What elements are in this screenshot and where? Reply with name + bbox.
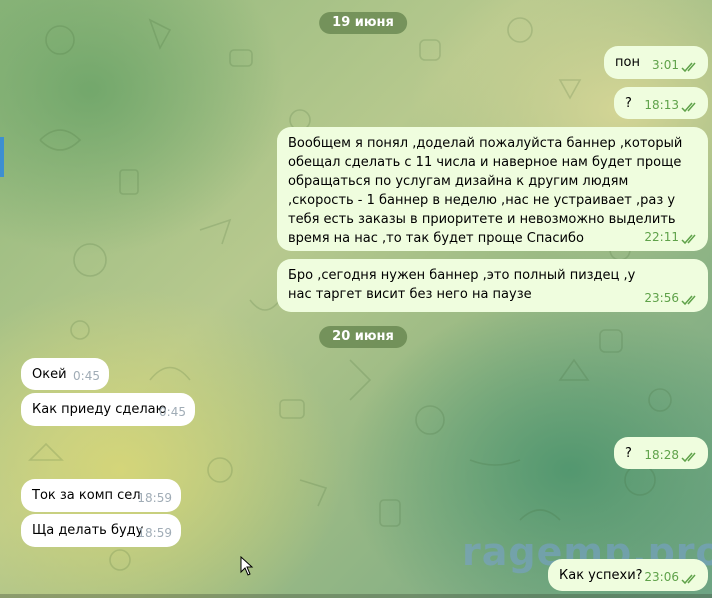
message-text: Окей	[32, 367, 67, 382]
message-incoming[interactable]: Ща делать буду 18:59	[21, 514, 181, 547]
message-outgoing[interactable]: Как успехи? 23:06	[548, 559, 708, 591]
message-outgoing[interactable]: пон 3:01	[604, 46, 708, 79]
double-check-icon	[681, 572, 699, 585]
message-text: Вообщем я понял ,доделай пожалуйста банн…	[288, 136, 683, 246]
message-text: Как успехи?	[559, 568, 643, 583]
message-meta: 18:13	[644, 96, 699, 115]
message-meta: 3:01	[652, 56, 699, 75]
date-separator: 20 июня	[319, 326, 407, 348]
message-time: 22:11	[644, 230, 679, 244]
message-time: 3:01	[652, 58, 679, 72]
message-text: пон	[615, 55, 640, 70]
message-text: Как приеду сделаю	[32, 402, 167, 417]
message-time: 23:56	[644, 291, 679, 305]
message-incoming[interactable]: Как приеду сделаю 0:45	[21, 393, 195, 426]
message-time: 0:45	[159, 405, 186, 419]
double-check-icon	[681, 232, 699, 245]
double-check-icon	[681, 100, 699, 113]
message-meta: 22:11	[644, 228, 699, 247]
message-time: 23:06	[644, 570, 679, 584]
sidebar-edge-indicator	[0, 137, 4, 177]
message-incoming[interactable]: Ток за комп сел 18:59	[21, 479, 181, 512]
message-meta: 23:06	[644, 568, 699, 587]
mouse-cursor-icon	[240, 556, 254, 576]
message-time: 0:45	[73, 369, 100, 383]
double-check-icon	[681, 450, 699, 463]
message-text: ?	[625, 96, 632, 111]
message-outgoing[interactable]: ? 18:13	[614, 87, 708, 119]
message-outgoing[interactable]: ? 18:28	[614, 437, 708, 469]
date-separator: 19 июня	[319, 12, 407, 34]
message-text: Ща делать буду	[32, 523, 144, 538]
message-time: 18:28	[644, 448, 679, 462]
message-text: Ток за комп сел	[32, 488, 141, 503]
message-meta: 18:28	[644, 446, 699, 465]
double-check-icon	[681, 293, 699, 306]
message-text: Бро ,сегодня нужен баннер ,это полный пи…	[288, 268, 636, 302]
message-time: 18:59	[137, 491, 172, 505]
message-time: 18:13	[644, 98, 679, 112]
message-text: ?	[625, 446, 632, 461]
message-outgoing[interactable]: Вообщем я понял ,доделай пожалуйста банн…	[277, 127, 708, 251]
message-incoming[interactable]: Окей 0:45	[21, 358, 109, 390]
message-meta: 23:56	[644, 289, 699, 308]
bottom-divider	[0, 594, 712, 598]
message-outgoing[interactable]: Бро ,сегодня нужен баннер ,это полный пи…	[277, 259, 708, 312]
message-time: 18:59	[137, 526, 172, 540]
double-check-icon	[681, 60, 699, 73]
